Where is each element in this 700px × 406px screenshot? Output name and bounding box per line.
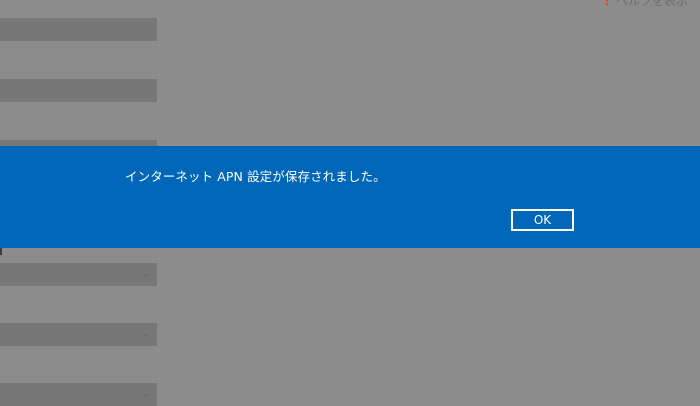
background-text-field-1	[0, 18, 157, 41]
dialog-message: インターネット APN 設定が保存されました。	[125, 169, 386, 184]
help-bubble-icon: ❓	[600, 0, 614, 6]
chevron-down-icon: ⌄	[140, 266, 151, 281]
background-text-field-2	[0, 79, 157, 102]
help-link-label: ヘルプを表示	[615, 0, 688, 8]
chevron-down-icon: ⌄	[140, 326, 151, 341]
background-dropdown-1: ⌄	[0, 263, 157, 286]
message-dialog: インターネット APN 設定が保存されました。 OK	[0, 146, 700, 248]
background-dropdown-2: ⌄	[0, 323, 157, 346]
chevron-down-icon: ⌄	[140, 386, 151, 401]
background-dropdown-3: ⌄	[0, 383, 157, 406]
ok-button[interactable]: OK	[511, 209, 574, 231]
help-link[interactable]: ❓ ヘルプを表示	[600, 0, 688, 8]
